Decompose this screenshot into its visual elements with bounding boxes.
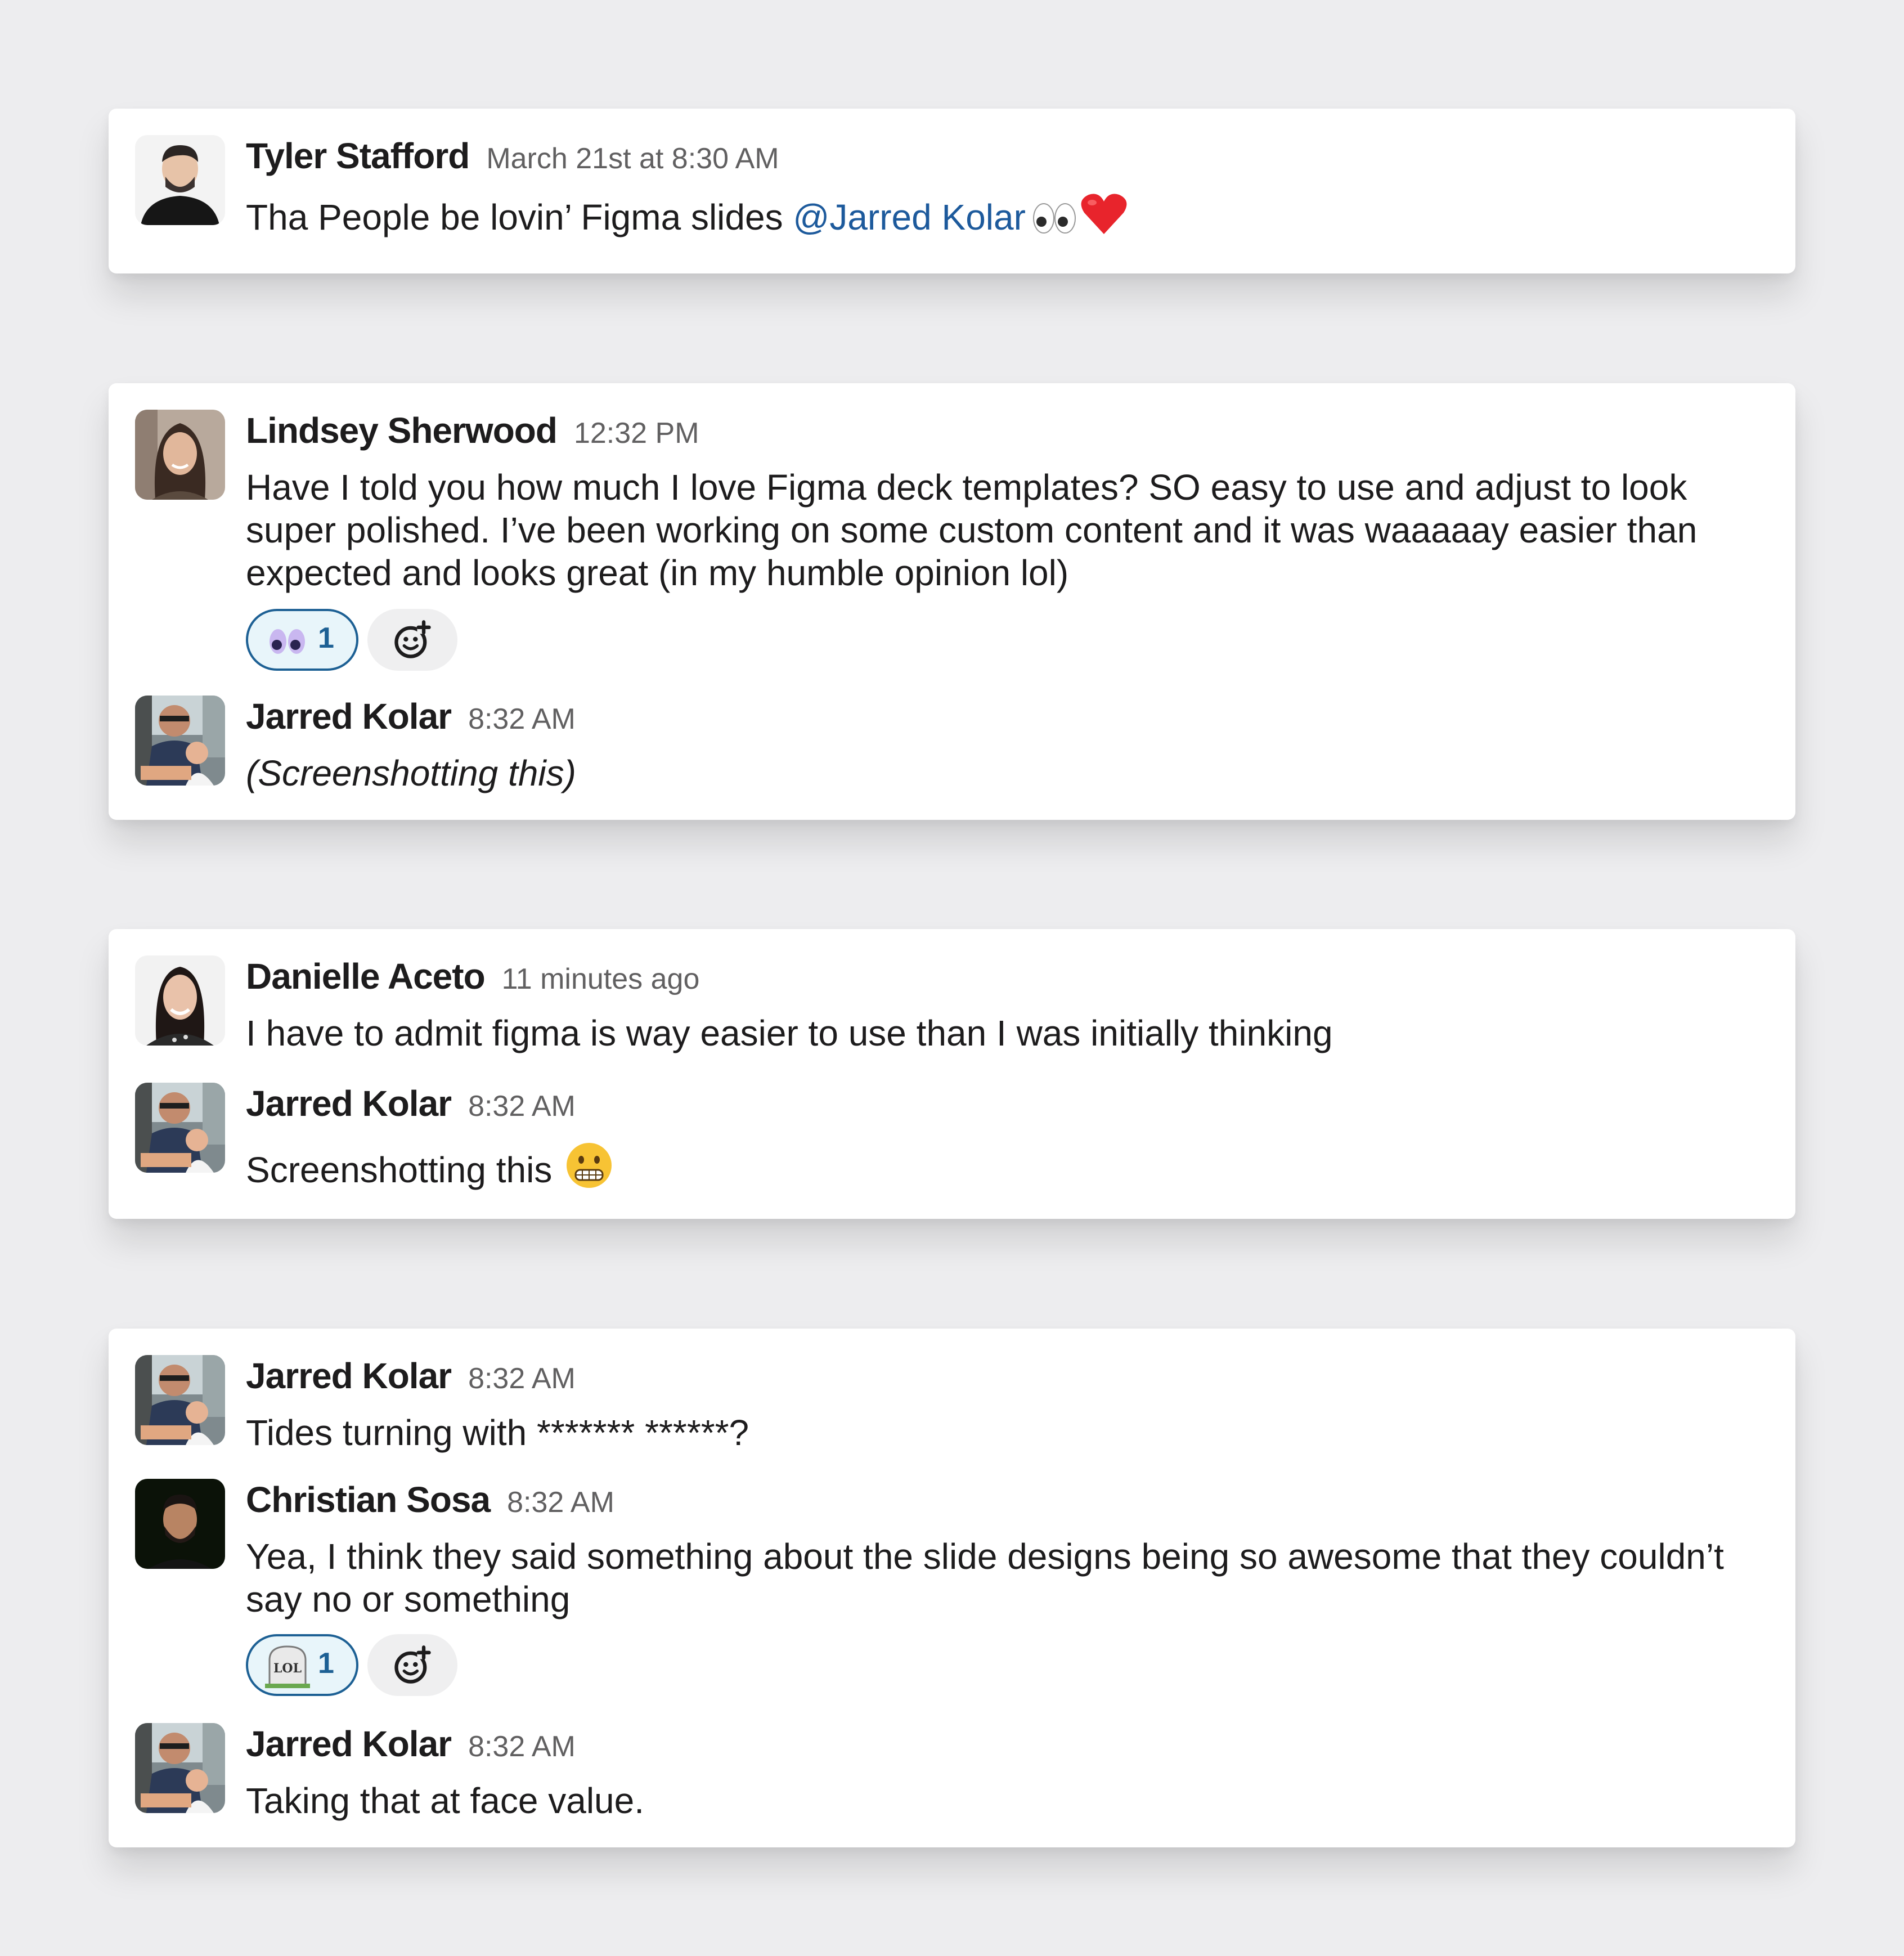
message-text: Tha People be lovin’ Figma slides @Jarre… xyxy=(246,191,1752,245)
add-reaction-icon xyxy=(391,1644,434,1686)
grimacing-face-icon xyxy=(565,1142,613,1198)
avatar[interactable] xyxy=(135,1355,225,1445)
avatar[interactable] xyxy=(135,410,225,500)
eyes-icon xyxy=(1031,197,1080,245)
author-name[interactable]: Jarred Kolar xyxy=(246,696,452,737)
timestamp[interactable]: 8:32 AM xyxy=(468,703,576,735)
reaction-pill[interactable]: LOL 1 xyxy=(246,1634,358,1696)
message-text: Tides turning with ******* ******? xyxy=(246,1412,749,1453)
avatar[interactable] xyxy=(135,1479,225,1569)
message-text: Screenshotting this xyxy=(246,1142,1752,1198)
add-reaction-icon xyxy=(391,618,434,661)
message-card: Lindsey Sherwood 12:32 PM Have I told you… xyxy=(109,383,1795,820)
message-text: (Screenshotting this) xyxy=(246,753,576,793)
author-name[interactable]: Tyler Stafford xyxy=(246,136,470,176)
timestamp[interactable]: 8:32 AM xyxy=(468,1730,576,1763)
add-reaction-button[interactable] xyxy=(367,609,457,671)
lol-tombstone-icon: LOL xyxy=(265,1643,310,1691)
timestamp[interactable]: 11 minutes ago xyxy=(502,963,700,995)
message-text: Taking that at face value. xyxy=(246,1780,644,1821)
avatar[interactable] xyxy=(135,1723,225,1813)
message-text: Have I told you how much I love Figma de… xyxy=(246,467,1698,593)
message-text: I have to admit figma is way easier to u… xyxy=(246,1013,1333,1053)
avatar[interactable] xyxy=(135,696,225,786)
timestamp[interactable]: 12:32 PM xyxy=(574,417,699,450)
avatar[interactable] xyxy=(135,955,225,1046)
avatar[interactable] xyxy=(135,1083,225,1173)
timestamp[interactable]: March 21st at 8:30 AM xyxy=(486,142,779,175)
user-mention[interactable]: @Jarred Kolar xyxy=(793,197,1026,237)
svg-text:LOL: LOL xyxy=(273,1661,302,1676)
author-name[interactable]: Jarred Kolar xyxy=(246,1083,452,1124)
message-card: Jarred Kolar 8:32 AM Tides turning with *… xyxy=(109,1329,1795,1847)
add-reaction-button[interactable] xyxy=(367,1634,457,1696)
author-name[interactable]: Lindsey Sherwood xyxy=(246,410,558,451)
timestamp[interactable]: 8:32 AM xyxy=(468,1362,576,1395)
reaction-count: 1 xyxy=(318,622,334,654)
eyes-icon xyxy=(267,623,308,660)
message-text: Yea, I think they said something about t… xyxy=(246,1536,1724,1619)
reaction-count: 1 xyxy=(318,1647,334,1680)
red-heart-icon xyxy=(1080,191,1128,245)
author-name[interactable]: Danielle Aceto xyxy=(246,956,486,997)
timestamp[interactable]: 8:32 AM xyxy=(468,1090,576,1123)
message-card: Danielle Aceto 11 minutes ago I have to a… xyxy=(109,929,1795,1219)
author-name[interactable]: Jarred Kolar xyxy=(246,1356,452,1396)
reaction-pill[interactable]: 1 xyxy=(246,609,358,671)
author-name[interactable]: Jarred Kolar xyxy=(246,1724,452,1764)
author-name[interactable]: Christian Sosa xyxy=(246,1479,491,1520)
avatar[interactable] xyxy=(135,135,225,225)
timestamp[interactable]: 8:32 AM xyxy=(507,1486,614,1519)
message-card: Tyler Stafford March 21st at 8:30 AM Tha … xyxy=(109,109,1795,273)
